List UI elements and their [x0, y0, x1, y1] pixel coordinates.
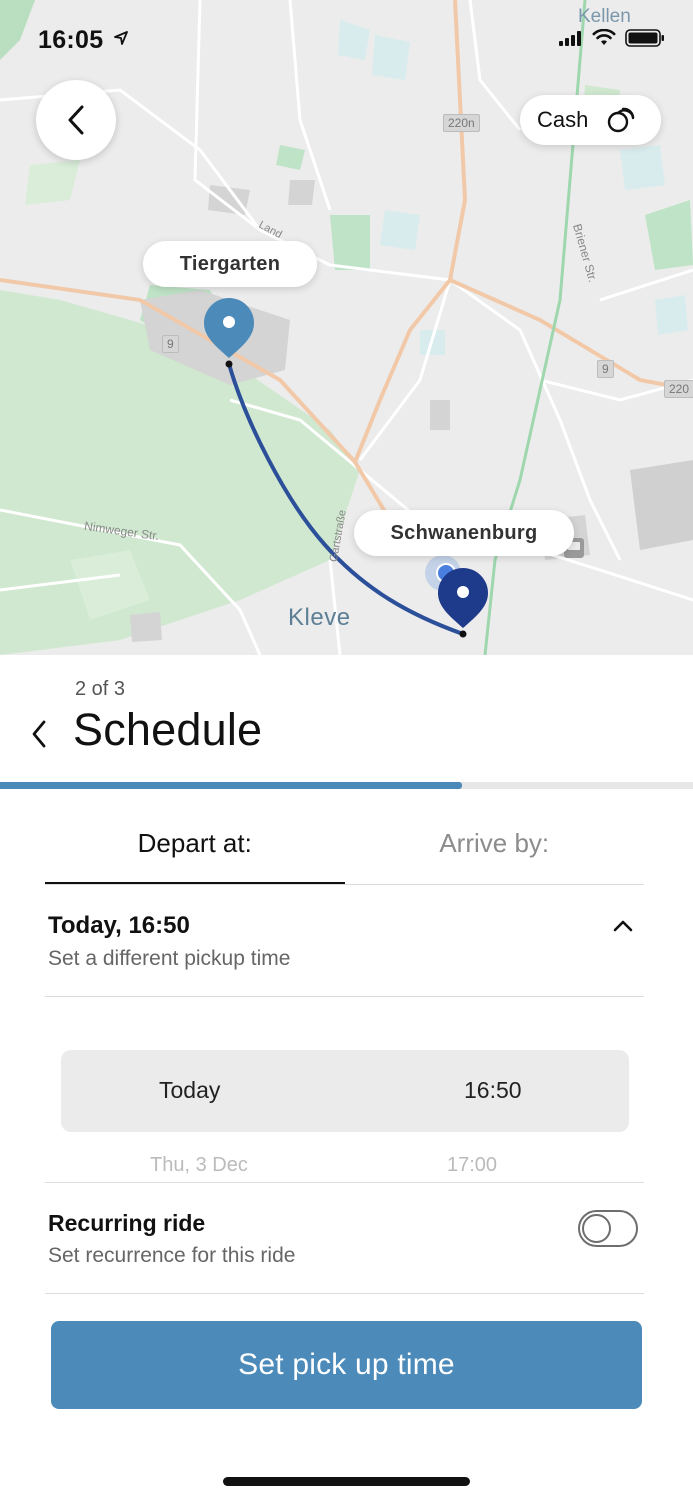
picker-next-day[interactable]: Thu, 3 Dec — [150, 1154, 248, 1177]
home-indicator[interactable] — [223, 1477, 470, 1486]
toggle-knob — [582, 1214, 611, 1243]
road-number-badge: 9 — [162, 335, 179, 353]
step-progress-fill — [0, 782, 463, 789]
status-time: 16:05 — [38, 26, 129, 55]
page-title: Schedule — [73, 704, 263, 755]
chevron-up-icon — [613, 920, 633, 932]
road-number-badge: 220 — [664, 380, 693, 398]
road-number-badge: 9 — [597, 360, 614, 378]
dropoff-location-label: Schwanenburg — [354, 510, 574, 556]
picker-next-time[interactable]: 17:00 — [447, 1154, 497, 1177]
picker-selection-band — [61, 1050, 629, 1132]
pickup-time-value: Today, 16:50 — [48, 912, 190, 939]
payment-method-label: Cash — [537, 107, 589, 132]
route-map[interactable]: Kellen Kleve Nimweger Str. Gartstraße Br… — [0, 0, 693, 655]
time-picker[interactable]: Today 16:50 Thu, 3 Dec 17:00 — [45, 997, 644, 1183]
map-town-label: Kellen — [578, 6, 631, 27]
chevron-left-icon — [68, 105, 84, 135]
pickup-time-hint: Set a different pickup time — [48, 947, 291, 970]
picker-selected-day[interactable]: Today — [159, 1077, 220, 1104]
location-arrow-icon — [113, 31, 128, 45]
set-pickup-time-button[interactable]: Set pick up time — [51, 1321, 642, 1409]
schedule-mode-tabs: Depart at: Arrive by: — [45, 820, 644, 885]
status-time-text: 16:05 — [38, 26, 104, 54]
recurring-ride-toggle[interactable] — [578, 1210, 638, 1247]
sheet-back-button[interactable] — [24, 716, 54, 752]
signal-icon — [559, 31, 581, 46]
wifi-icon — [592, 29, 616, 45]
recurring-ride-hint: Set recurrence for this ride — [48, 1244, 296, 1267]
cash-icon — [608, 107, 635, 133]
picker-selected-time[interactable]: 16:50 — [464, 1077, 522, 1104]
map-back-button[interactable] — [36, 80, 116, 160]
pickup-location-label: Tiergarten — [143, 241, 317, 287]
status-icons — [559, 28, 665, 48]
step-counter: 2 of 3 — [75, 678, 126, 700]
tab-depart-at[interactable]: Depart at: — [45, 820, 345, 884]
step-progress-bar — [0, 782, 693, 789]
pickup-time-row[interactable]: Today, 16:50 Set a different pickup time — [45, 886, 644, 997]
payment-method-button[interactable]: Cash — [520, 95, 661, 145]
chevron-left-icon — [32, 720, 46, 748]
tab-arrive-by[interactable]: Arrive by: — [345, 820, 645, 884]
recurring-ride-row: Recurring ride Set recurrence for this r… — [45, 1183, 644, 1294]
battery-icon — [625, 29, 664, 47]
road-number-badge: 220n — [443, 114, 480, 132]
map-city-label: Kleve — [288, 604, 351, 631]
recurring-ride-title: Recurring ride — [48, 1210, 206, 1236]
